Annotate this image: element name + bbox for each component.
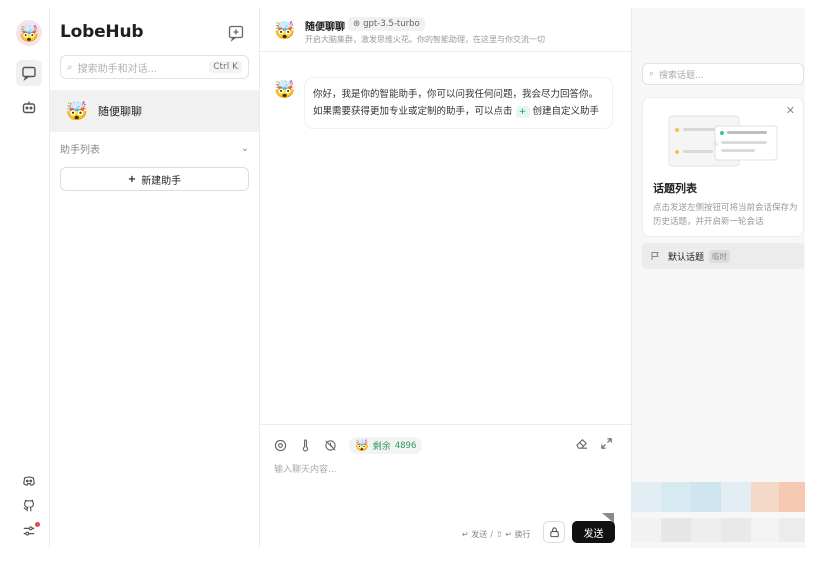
search-placeholder: 搜索助手和对话... (77, 63, 158, 75)
topic-card-title: 话题列表 (653, 182, 697, 195)
save-topic-button[interactable] (543, 521, 565, 543)
chat-title: 随便聊聊 (305, 22, 345, 33)
market-nav-button[interactable] (16, 94, 42, 120)
session-avatar: 🤯 (65, 100, 89, 122)
topic-search-placeholder: 搜索话题... (659, 70, 704, 81)
chat-input[interactable]: 输入聊天内容... (274, 462, 337, 475)
model-name: gpt-3.5-turbo (363, 19, 420, 29)
model-switch-icon[interactable] (274, 439, 287, 452)
welcome-text-end: 创建自定义助手 (532, 106, 600, 117)
agent-group-title: 助手列表 (60, 145, 100, 156)
history-off-icon[interactable] (324, 439, 337, 452)
github-button[interactable] (16, 495, 42, 517)
token-label: 剩余 (372, 442, 391, 452)
nav-rail: 🤯 (8, 8, 50, 548)
discord-icon (23, 476, 35, 486)
topic-search-input[interactable]: ⌕ 搜索话题... (642, 63, 804, 85)
flag-icon (651, 252, 659, 260)
assistant-message: 你好，我是你的智能助手，你可以问我任何问题，我会尽力回答你。如果需要获得更加专业… (305, 78, 612, 128)
brand-logo: LobeHub (60, 22, 144, 42)
bot-icon (22, 101, 36, 114)
topic-illustration: ☆ (668, 115, 778, 167)
new-agent-label: 新建助手 (141, 175, 182, 187)
search-icon: ⌕ (649, 69, 655, 79)
eraser-icon[interactable] (575, 437, 588, 450)
agent-group-header[interactable]: 助手列表 ⌄ (60, 141, 249, 156)
topic-panel: ⌕ 搜索话题... ✕ ☆ 话题列表 点击发送左侧按钮可将当前会话保存为历史话题… (631, 8, 805, 548)
send-hint: ↵ 发送 / ⇧ ↵ 换行 (462, 529, 530, 540)
search-icon: ⌕ (67, 61, 73, 73)
expand-icon[interactable] (600, 437, 613, 450)
user-avatar[interactable]: 🤯 (16, 20, 42, 46)
plus-icon: + (127, 173, 137, 185)
model-tag[interactable]: ⊛ gpt-3.5-turbo (348, 17, 425, 31)
hint-send: ↵ 发送 (462, 530, 488, 539)
hint-newline: ⇧ ↵ 换行 (495, 530, 531, 539)
save-topic-icon (549, 526, 559, 537)
close-icon[interactable]: ✕ (786, 104, 795, 117)
chat-header: 🤯 随便聊聊 ⊛ gpt-3.5-turbo 开启大脑集群，激发思维火花。你的智能… (260, 8, 631, 52)
shortcut-badge: Ctrl K (209, 61, 242, 73)
new-session-icon[interactable] (227, 24, 245, 42)
settings-button[interactable] (16, 520, 42, 542)
token-counter[interactable]: 🤯 剩余 4896 (349, 437, 423, 454)
composer: 🤯 剩余 4896 输入聊天内容... ↵ 发送 / ⇧ ↵ 换行 发送 (260, 424, 631, 548)
topic-card-desc: 点击发送左侧按钮可将当前会话保存为历史话题，并开启新一轮会话 (653, 203, 798, 227)
token-value: 4896 (394, 440, 417, 451)
session-item-current[interactable]: 🤯 随便聊聊 (50, 90, 259, 132)
token-emoji: 🤯 (355, 439, 369, 452)
chat-main: 🤯 随便聊聊 ⊛ gpt-3.5-turbo 开启大脑集群，激发思维火花。你的智能… (260, 8, 631, 548)
new-agent-button[interactable]: + 新建助手 (60, 167, 249, 191)
chevron-down-icon: ⌄ (240, 143, 249, 154)
chat-nav-button[interactable] (16, 60, 42, 86)
hint-separator: / (490, 530, 493, 539)
chat-icon (22, 66, 36, 81)
composer-tools: 🤯 剩余 4896 (274, 437, 423, 454)
app-window: 🤯 LobeHub ⌕ 搜索助手和对话... Ctrl K 🤯 随便聊聊 助手列… (0, 0, 813, 564)
send-button[interactable]: 发送 (572, 521, 615, 543)
topic-guide-card: ✕ ☆ 话题列表 点击发送左侧按钮可将当前会话保存为历史话题，并开启新一轮会话 (642, 97, 804, 237)
model-icon: ⊛ (353, 19, 361, 29)
notification-dot (35, 522, 40, 527)
chat-description: 开启大脑集群，激发思维火花。你的智能助理，在这里与你交流一切 (305, 35, 545, 44)
session-name: 随便聊聊 (98, 105, 142, 118)
settings-sliders-icon (23, 526, 35, 536)
discord-button[interactable] (16, 470, 42, 492)
temp-badge: 临时 (709, 249, 731, 263)
topic-item-default[interactable]: 默认话题 临时 (642, 243, 804, 269)
assistant-avatar: 🤯 (274, 80, 296, 100)
blurred-overlay (631, 482, 805, 542)
chat-avatar: 🤯 (274, 21, 296, 41)
inline-plus-button[interactable]: + (515, 106, 530, 118)
session-search-input[interactable]: ⌕ 搜索助手和对话... Ctrl K (60, 55, 249, 79)
github-icon (23, 499, 34, 512)
session-panel: LobeHub ⌕ 搜索助手和对话... Ctrl K 🤯 随便聊聊 助手列表 … (50, 8, 260, 548)
temperature-icon[interactable] (299, 439, 312, 452)
topic-name: 默认话题 (668, 252, 705, 263)
svg-text:☆: ☆ (713, 140, 719, 148)
composer-tools-right (575, 437, 613, 450)
